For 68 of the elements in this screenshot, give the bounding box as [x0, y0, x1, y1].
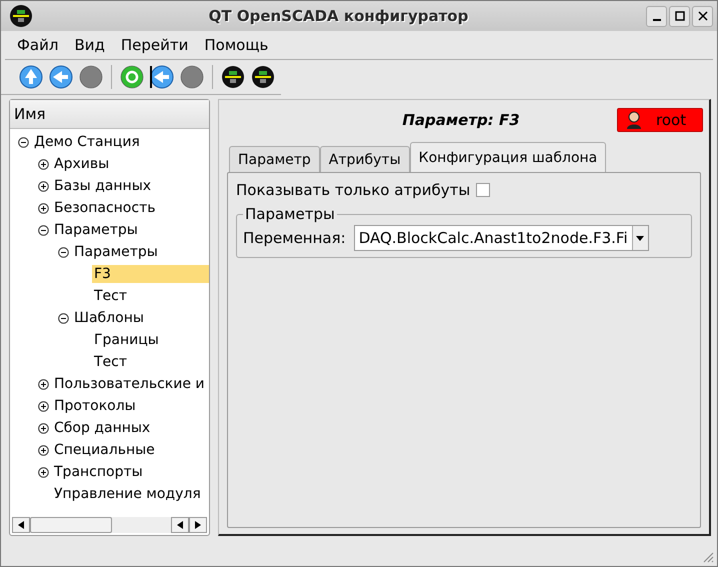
variable-dropdown[interactable]: DAQ.BlockCalc.Anast1to2node.F3.Fi: [354, 225, 649, 251]
scrollbar-thumb[interactable]: [30, 517, 112, 533]
minimize-button[interactable]: [646, 6, 667, 26]
stop-icon[interactable]: [79, 65, 103, 89]
tree-item[interactable]: Специальные: [52, 441, 157, 459]
menu-item[interactable]: Файл: [9, 36, 66, 54]
tab[interactable]: Параметр: [229, 146, 320, 172]
tree-item[interactable]: Шаблоны: [72, 309, 146, 327]
left-arrow-icon: [18, 521, 24, 529]
module-icon[interactable]: [221, 65, 245, 89]
tree-item[interactable]: Тест: [92, 287, 130, 305]
expand-icon[interactable]: [38, 466, 49, 478]
window-title: QT OpenSCADA конфигуратор: [208, 7, 470, 25]
expand-icon[interactable]: [38, 202, 49, 214]
expand-icon[interactable]: [38, 158, 49, 170]
menu-item[interactable]: Вид: [66, 36, 113, 54]
collapse-icon[interactable]: [58, 312, 69, 324]
user-button[interactable]: root: [617, 108, 703, 132]
tree-item[interactable]: Архивы: [52, 155, 112, 173]
tree-item[interactable]: F3: [92, 265, 209, 283]
tree-item[interactable]: Параметры: [72, 243, 160, 261]
collapse-icon[interactable]: [38, 224, 49, 236]
tree-item[interactable]: Параметры: [52, 221, 140, 239]
expand-icon[interactable]: [38, 444, 49, 456]
user-name: root: [656, 111, 686, 129]
scroll-left-button[interactable]: [12, 517, 30, 533]
field-label: Переменная:: [243, 229, 346, 247]
tab[interactable]: Конфигурация шаблона: [410, 142, 606, 172]
right-arrow-icon: [195, 521, 201, 529]
page-title: Параметр: F3: [401, 111, 521, 129]
close-icon: [698, 11, 708, 21]
tree-item[interactable]: Управление модуля: [52, 485, 203, 503]
user-avatar-icon: [626, 111, 642, 129]
tree-item[interactable]: Протоколы: [52, 397, 138, 415]
tree-item[interactable]: Границы: [92, 331, 161, 349]
left-arrow-icon: [177, 521, 183, 529]
scroll-right-button[interactable]: [189, 517, 207, 533]
expand-icon[interactable]: [38, 422, 49, 434]
expand-icon[interactable]: [38, 400, 49, 412]
stop-icon[interactable]: [180, 65, 204, 89]
tab[interactable]: Атрибуты: [320, 146, 410, 172]
module-icon[interactable]: [251, 65, 275, 89]
refresh-icon[interactable]: [120, 65, 144, 89]
tree-item[interactable]: Базы данных: [52, 177, 154, 195]
menu-item[interactable]: Перейти: [112, 36, 196, 54]
maximize-button[interactable]: [669, 6, 690, 26]
menu-item[interactable]: Помощь: [196, 36, 276, 54]
checkbox[interactable]: [476, 183, 490, 197]
app-icon[interactable]: [9, 4, 33, 28]
group-title: Параметры: [244, 205, 336, 223]
close-button[interactable]: [692, 6, 713, 26]
collapse-icon[interactable]: [18, 136, 29, 148]
collapse-icon[interactable]: [58, 246, 69, 258]
tree-item[interactable]: Транспорты: [52, 463, 145, 481]
resize-grip-icon[interactable]: [702, 551, 714, 563]
maximize-icon: [674, 11, 684, 21]
column-header[interactable]: Имя: [10, 100, 209, 129]
checkbox-label: Показывать только атрибуты: [236, 181, 470, 199]
expand-icon[interactable]: [38, 378, 49, 390]
tree-item[interactable]: Тест: [92, 353, 130, 371]
tree-item[interactable]: Сбор данных: [52, 419, 152, 437]
tree-item[interactable]: Безопасность: [52, 199, 158, 217]
scroll-left-button[interactable]: [171, 517, 189, 533]
previous-icon[interactable]: [150, 65, 174, 89]
tree-item[interactable]: Пользовательские и: [52, 375, 207, 393]
expand-icon[interactable]: [38, 180, 49, 192]
minimize-icon: [652, 19, 660, 21]
tree-item[interactable]: Демо Станция: [32, 133, 142, 151]
